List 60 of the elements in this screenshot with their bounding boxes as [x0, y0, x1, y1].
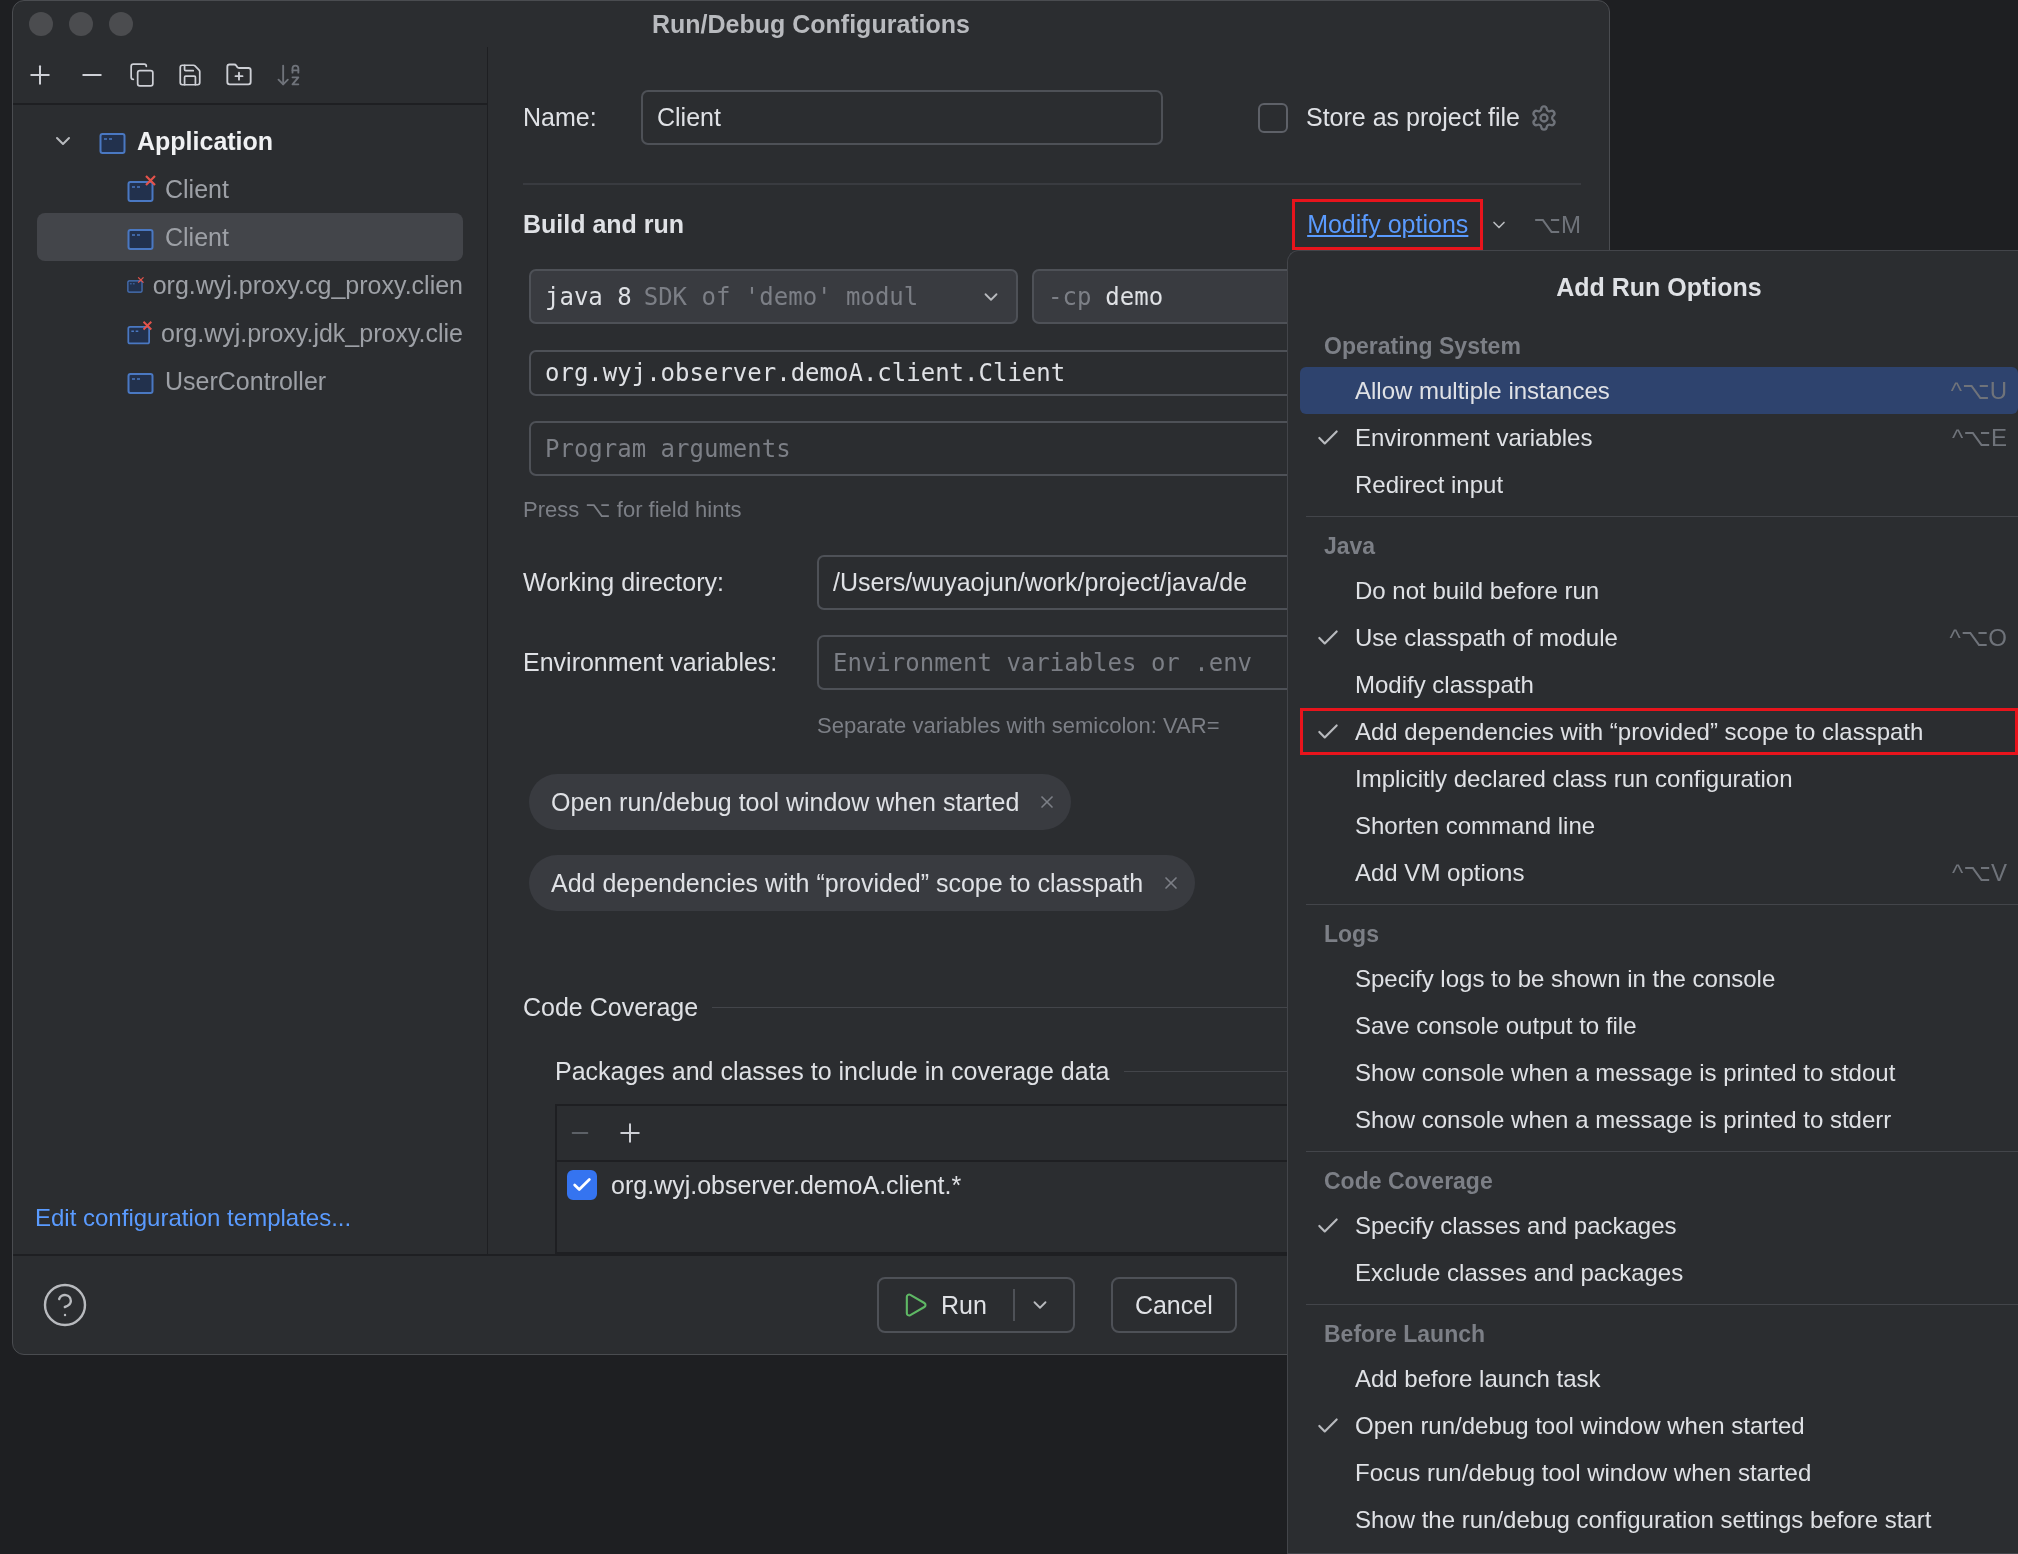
table-cell: org.wyj.observer.demoA.client.* — [611, 1170, 962, 1200]
copy-icon[interactable] — [129, 62, 155, 88]
menu-item[interactable]: Exclude classes and packages — [1300, 1249, 2018, 1296]
save-icon[interactable] — [177, 62, 203, 88]
popup-title: Add Run Options — [1555, 272, 1763, 303]
menu-item[interactable]: Add dependencies with “provided” scope to classpath — [1300, 708, 2018, 755]
tree-item[interactable]: Client — [37, 213, 463, 261]
sdk-dropdown[interactable]: java 8 SDK of 'demo' modul — [529, 269, 1018, 324]
menu-item[interactable]: Redirect input — [1300, 461, 2018, 508]
name-field[interactable]: Client — [641, 90, 1163, 145]
tree-item[interactable]: Client — [37, 165, 463, 213]
tree-item[interactable]: org.wyj.proxy.cg_proxy.clien — [37, 261, 463, 309]
settings-icon[interactable] — [1530, 103, 1558, 132]
working-directory-label: Working directory: — [523, 568, 725, 597]
menu-item[interactable]: Environment variables ^⌥E — [1300, 414, 2018, 461]
shortcut-label: ⌥M — [1533, 210, 1581, 239]
environment-variables-label: Environment variables: — [523, 648, 779, 677]
tree-item[interactable]: org.wyj.proxy.jdk_proxy.clie — [37, 309, 463, 357]
modify-options-link[interactable]: Modify options — [1307, 210, 1469, 239]
menu-item[interactable]: Save console output to file — [1300, 1002, 2018, 1049]
option-chip[interactable]: Open run/debug tool window when started — [529, 774, 1072, 830]
section-header: Code Coverage — [1323, 1166, 1494, 1196]
tree-item[interactable]: Application — [37, 117, 463, 165]
subsection-title: Packages and classes to include in coverage data — [555, 1057, 1110, 1086]
app-error-icon — [127, 175, 157, 203]
menu-item[interactable]: Add VM options ^⌥V — [1300, 849, 2018, 896]
menu-item[interactable]: Show console when a message is printed to stdout — [1300, 1049, 2018, 1096]
menu-item[interactable]: Shorten command line — [1300, 802, 2018, 849]
section-header: Logs — [1323, 919, 1380, 949]
edit-templates-link[interactable]: Edit configuration templates... — [35, 1204, 352, 1232]
window-title: Run/Debug Configurations — [651, 9, 971, 39]
field-hint: Press ⌥ for field hints — [523, 497, 742, 523]
menu-item[interactable]: Modify classpath — [1300, 661, 2018, 708]
menu-item[interactable]: Use classpath of module ^⌥O — [1300, 614, 2018, 661]
menu-item[interactable]: Specify classes and packages — [1300, 1202, 2018, 1249]
field-hint: Separate variables with semicolon: VAR= — [817, 713, 1220, 739]
section-header: Operating System — [1323, 331, 1522, 361]
checkbox[interactable] — [567, 1170, 597, 1200]
section-title: Build and run — [523, 210, 686, 239]
name-label: Name: — [523, 103, 598, 132]
menu-item[interactable]: Specify logs to be shown in the console — [1300, 955, 2018, 1002]
menu-item[interactable]: Show console when a message is printed to stderr — [1300, 1096, 2018, 1143]
menu-item[interactable]: Implicitly declared class run configuration — [1300, 755, 2018, 802]
checkbox[interactable] — [1258, 102, 1288, 133]
run-button[interactable]: Run — [877, 1277, 1075, 1333]
help-icon[interactable] — [41, 1281, 89, 1329]
section-header: Before Launch — [1323, 1319, 1487, 1349]
section-title: Code Coverage — [523, 993, 699, 1022]
tree-item[interactable]: UserController — [37, 357, 463, 405]
option-chip[interactable]: Add dependencies with “provided” scope to classpath — [529, 855, 1196, 911]
menu-item[interactable]: Show the run/debug configuration settings before start — [1300, 1496, 2018, 1543]
menu-item[interactable]: Add before launch task — [1300, 1355, 2018, 1402]
menu-item[interactable]: Allow multiple instances ^⌥U — [1300, 367, 2018, 414]
menu-item[interactable]: Do not build before run — [1300, 567, 2018, 614]
section-header: Java — [1323, 531, 1377, 561]
menu-item[interactable]: Open run/debug tool window when started — [1300, 1402, 2018, 1449]
checkbox-label: Store as project file — [1306, 103, 1520, 132]
app-error-icon — [127, 319, 154, 347]
cancel-button[interactable]: Cancel — [1110, 1277, 1237, 1333]
menu-item[interactable]: Focus run/debug tool window when started — [1300, 1449, 2018, 1496]
